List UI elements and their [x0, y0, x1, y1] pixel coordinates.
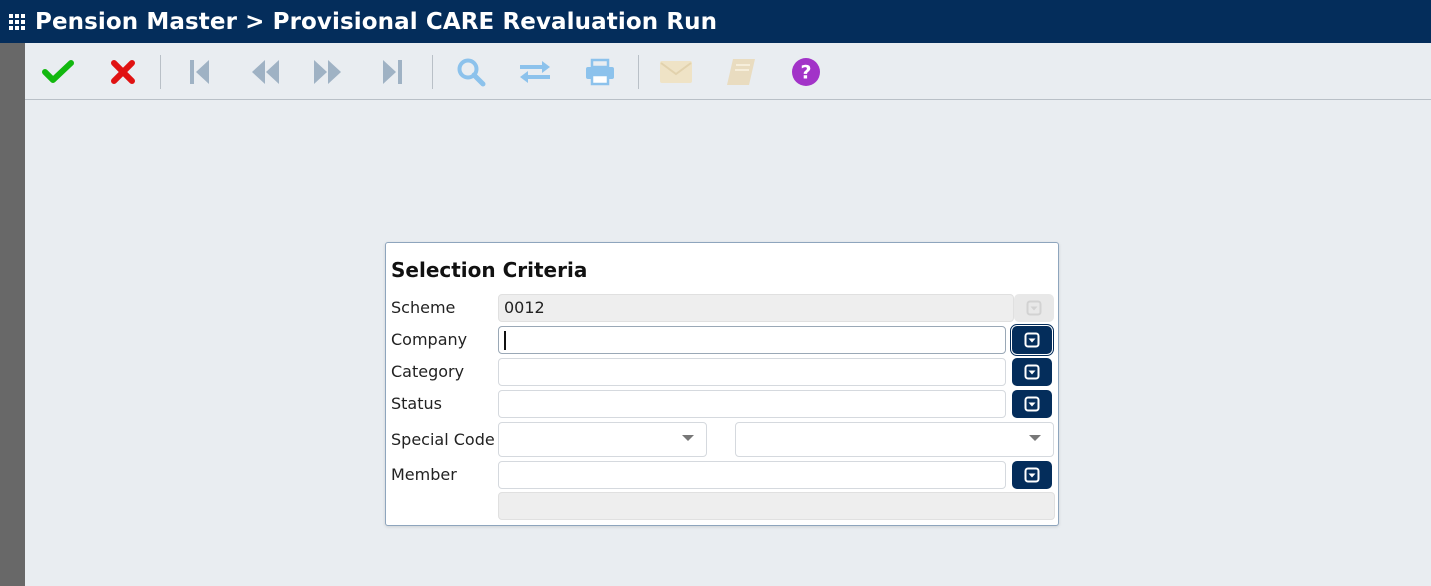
previous-record-button[interactable]: [246, 55, 284, 89]
scheme-lookup-button: [1014, 294, 1054, 322]
toolbar-separator: [432, 55, 433, 89]
cancel-button[interactable]: [104, 55, 142, 89]
dropdown-box-icon: [1024, 396, 1040, 412]
skip-first-icon: [190, 60, 209, 84]
dropdown-box-icon: [1024, 364, 1040, 380]
special-code-label: Special Code: [391, 430, 495, 449]
chevron-down-icon: [682, 435, 694, 441]
company-label: Company: [391, 330, 468, 349]
envelope-icon: [660, 61, 692, 83]
notebook-icon: [727, 59, 755, 85]
text-cursor: [504, 331, 506, 350]
fast-forward-icon: [314, 60, 341, 84]
dropdown-box-icon: [1024, 467, 1040, 483]
category-lookup-button[interactable]: [1012, 358, 1052, 386]
next-record-button[interactable]: [309, 55, 347, 89]
title-bar: Pension Master > Provisional CARE Revalu…: [0, 0, 1431, 43]
company-field[interactable]: [498, 326, 1006, 354]
first-record-button[interactable]: [180, 55, 218, 89]
member-name-field: [498, 492, 1055, 520]
toolbar-separator: [638, 55, 639, 89]
notes-button[interactable]: [722, 55, 760, 89]
printer-icon: [586, 58, 614, 86]
skip-last-icon: [383, 60, 402, 84]
selection-criteria-panel: Selection Criteria Scheme 0012 Company C…: [385, 242, 1059, 526]
app-menu-icon[interactable]: [9, 13, 25, 30]
rewind-icon: [252, 60, 279, 84]
special-code-select-1[interactable]: [498, 422, 707, 457]
magnifier-icon: [457, 58, 486, 87]
special-code-select-2[interactable]: [735, 422, 1054, 457]
swap-button[interactable]: [516, 55, 554, 89]
accept-button[interactable]: [39, 55, 77, 89]
question-circle-icon: ?: [792, 58, 820, 86]
scheme-field: 0012: [498, 294, 1014, 322]
category-label: Category: [391, 362, 465, 381]
member-field[interactable]: [498, 461, 1006, 489]
help-button[interactable]: ?: [787, 55, 825, 89]
company-lookup-button[interactable]: [1010, 324, 1054, 356]
scheme-label: Scheme: [391, 298, 456, 317]
member-lookup-button[interactable]: [1012, 461, 1052, 489]
panel-title: Selection Criteria: [391, 258, 588, 282]
x-icon: [111, 60, 135, 84]
email-button[interactable]: [657, 55, 695, 89]
print-button[interactable]: [581, 55, 619, 89]
dropdown-box-icon: [1024, 332, 1040, 348]
member-label: Member: [391, 465, 457, 484]
status-lookup-button[interactable]: [1012, 390, 1052, 418]
svg-text:?: ?: [800, 62, 811, 84]
toolbar: ?: [25, 43, 1431, 100]
search-button[interactable]: [452, 55, 490, 89]
left-sidebar-strip: [0, 43, 25, 586]
toolbar-separator: [160, 55, 161, 89]
checkmark-icon: [42, 60, 74, 83]
status-field[interactable]: [498, 390, 1006, 418]
swap-arrows-icon: [520, 61, 550, 83]
chevron-down-icon: [1029, 435, 1041, 441]
category-field[interactable]: [498, 358, 1006, 386]
last-record-button[interactable]: [374, 55, 412, 89]
status-label: Status: [391, 394, 442, 413]
dropdown-box-icon: [1026, 300, 1042, 316]
window-title: Pension Master > Provisional CARE Revalu…: [35, 8, 718, 35]
